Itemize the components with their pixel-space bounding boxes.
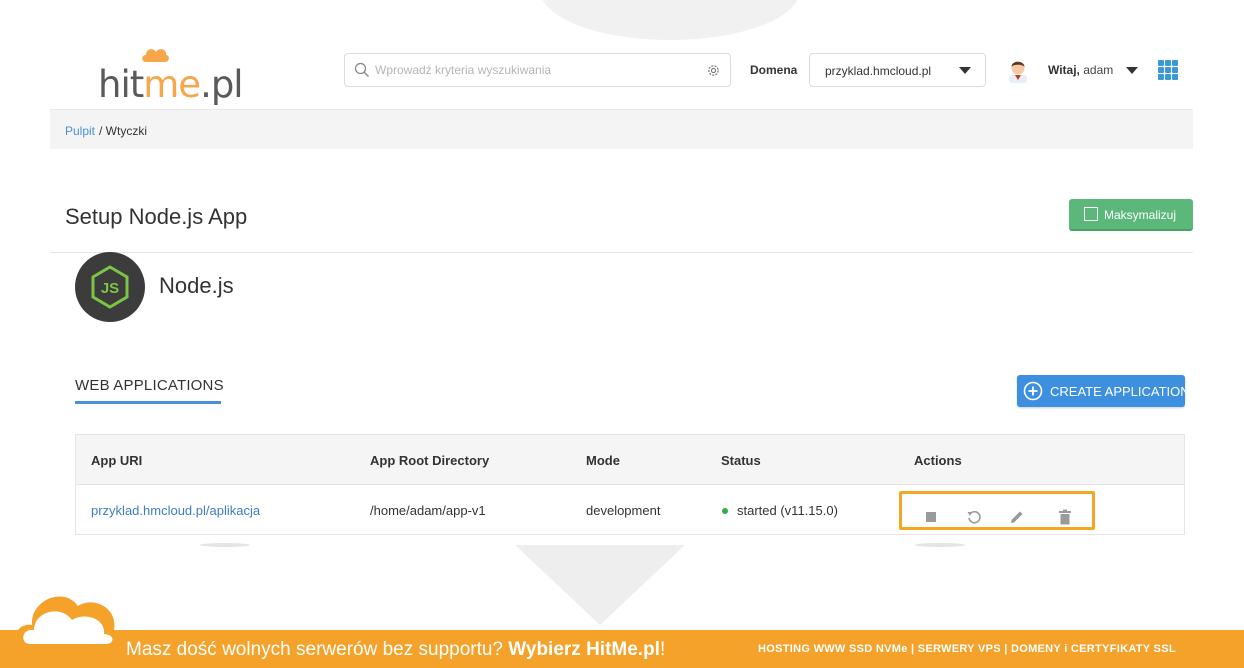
greeting-username: adam [1079, 63, 1114, 77]
svg-text:JS: JS [101, 280, 119, 297]
domain-label: Domena [750, 63, 798, 77]
user-greeting[interactable]: Witaj, adam [1048, 63, 1113, 77]
greeting-label: Witaj, [1048, 63, 1080, 77]
stop-icon[interactable] [923, 509, 939, 525]
column-header-status[interactable]: Status [721, 453, 761, 468]
divider [50, 252, 1193, 253]
logo-text-pl: .pl [200, 63, 244, 106]
status-dot-icon [722, 508, 728, 514]
table-header [76, 435, 1184, 485]
apps-grid-icon[interactable] [1158, 60, 1178, 80]
footer-services: HOSTING WWW SSD NVMe | SERWERY VPS | DOM… [758, 643, 1176, 655]
app-status: started (v11.15.0) [737, 503, 838, 518]
domain-select[interactable]: przyklad.hmcloud.pl [809, 53, 986, 87]
search-input[interactable] [375, 59, 695, 81]
gear-icon[interactable] [706, 63, 721, 78]
app-root-directory: /home/adam/app-v1 [370, 503, 486, 518]
background-shadow [915, 543, 965, 547]
app-name: Node.js [159, 273, 234, 298]
maximize-label: Maksymalizuj [1104, 208, 1177, 222]
top-header: hitme.pl Domena przyklad.hmcloud.pl Wita… [50, 30, 1193, 110]
nodejs-hexagon-icon: JS [91, 265, 129, 309]
nodejs-logo: JS [75, 252, 145, 322]
maximize-icon [1084, 207, 1098, 221]
background-shadow [200, 543, 250, 547]
logo-cloud-icon [142, 49, 169, 62]
tab-web-applications[interactable]: WEB APPLICATIONS [75, 377, 224, 394]
footer-message: Masz dość wolnych serwerów bez supportu?… [126, 639, 665, 661]
column-header-app-uri[interactable]: App URI [91, 453, 142, 468]
footer-message-text: Masz dość wolnych serwerów bez supportu? [126, 639, 509, 660]
edit-icon[interactable] [1009, 509, 1025, 525]
footer-message-end: ! [659, 639, 666, 660]
restart-icon[interactable] [966, 509, 982, 525]
active-tab-underline [75, 401, 221, 404]
breadcrumb-home-link[interactable]: Pulpit [65, 124, 95, 138]
domain-select-value: przyklad.hmcloud.pl [825, 64, 932, 78]
column-header-app-root[interactable]: App Root Directory [370, 453, 489, 468]
search-icon [354, 62, 369, 77]
hitme-logo[interactable]: hitme.pl [98, 43, 244, 106]
user-menu-caret-icon[interactable] [1126, 67, 1138, 74]
trash-icon[interactable] [1057, 509, 1073, 525]
breadcrumb-current: / Wtyczki [99, 124, 147, 138]
background-triangle [515, 545, 685, 625]
maximize-button[interactable]: Maksymalizuj [1069, 199, 1193, 231]
caret-down-icon [959, 67, 971, 74]
footer-message-bold: Wybierz HitMe.pl [508, 639, 660, 660]
logo-text: hitme.pl [98, 63, 244, 106]
app-mode: development [586, 503, 661, 518]
page-title: Setup Node.js App [65, 204, 248, 229]
avatar[interactable] [1006, 57, 1030, 83]
cloud-icon [16, 596, 126, 650]
column-header-mode[interactable]: Mode [586, 453, 620, 468]
create-application-button[interactable]: CREATE APPLICATION [1017, 375, 1190, 407]
logo-text-hit: hit [98, 63, 144, 106]
app-uri-link[interactable]: przyklad.hmcloud.pl/aplikacja [91, 503, 260, 518]
plus-circle-icon [1023, 381, 1043, 401]
create-application-label: CREATE APPLICATION [1050, 384, 1190, 399]
column-header-actions: Actions [914, 453, 962, 468]
breadcrumb: Pulpit / Wtyczki [50, 109, 1193, 149]
search-box[interactable] [344, 53, 731, 87]
logo-text-me: me [143, 63, 201, 106]
